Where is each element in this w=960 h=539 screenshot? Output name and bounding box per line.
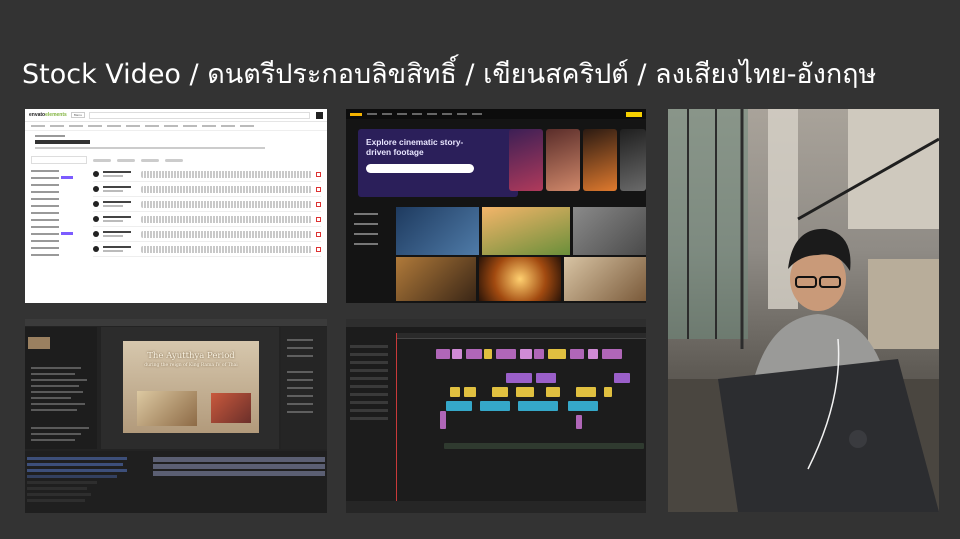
ae-menu-bar bbox=[25, 319, 327, 326]
play-icon bbox=[93, 231, 99, 237]
play-icon bbox=[93, 186, 99, 192]
download-icon bbox=[316, 246, 321, 252]
envato-logo: envatoelements bbox=[29, 112, 67, 118]
footage-thumbnail bbox=[482, 207, 570, 255]
ae-composition-viewer: The Ayutthya Period during the reign of … bbox=[101, 327, 279, 449]
footage-featured-card bbox=[546, 129, 580, 191]
download-icon bbox=[316, 186, 321, 192]
footage-featured-card bbox=[509, 129, 543, 191]
track-row bbox=[93, 227, 321, 242]
play-icon bbox=[93, 171, 99, 177]
footage-hero-banner: Explore cinematic story-driven footage bbox=[358, 129, 518, 197]
download-icon bbox=[316, 171, 321, 177]
track-row bbox=[93, 197, 321, 212]
ae-timeline bbox=[25, 451, 327, 513]
play-icon bbox=[93, 246, 99, 252]
download-icon bbox=[316, 231, 321, 237]
envato-filter-sidebar bbox=[31, 156, 87, 258]
playhead bbox=[396, 333, 397, 503]
play-icon bbox=[93, 216, 99, 222]
footage-featured-card bbox=[583, 129, 617, 191]
premiere-timeline-screenshot bbox=[346, 319, 646, 513]
footage-featured-card bbox=[620, 129, 646, 191]
envato-track-list bbox=[93, 156, 321, 258]
footage-filter-sidebar bbox=[354, 213, 390, 253]
after-effects-screenshot: The Ayutthya Period during the reign of … bbox=[25, 319, 327, 513]
envato-header: envatoelements Menu bbox=[25, 109, 327, 122]
footage-search-input bbox=[366, 164, 474, 173]
slide-title: Stock Video / ดนตรีประกอบลิขสิทธิ์ / เขี… bbox=[22, 59, 877, 90]
download-icon bbox=[316, 216, 321, 222]
envato-logo-right: elements bbox=[45, 112, 67, 118]
person-writing-photo bbox=[668, 109, 939, 512]
envato-music-screenshot: envatoelements Menu bbox=[25, 109, 327, 303]
envato-menu-button: Menu bbox=[70, 112, 86, 118]
footage-thumbnail bbox=[573, 207, 646, 255]
envato-category-nav bbox=[25, 122, 327, 131]
search-icon bbox=[316, 111, 323, 119]
person-writing-illustration bbox=[668, 109, 939, 512]
track-row bbox=[93, 167, 321, 182]
track-row bbox=[93, 212, 321, 227]
envato-search-input bbox=[89, 111, 310, 119]
footage-logo bbox=[350, 112, 362, 116]
download-icon bbox=[316, 201, 321, 207]
stock-footage-screenshot: Explore cinematic story-driven footage bbox=[346, 109, 646, 303]
ae-project-panel bbox=[25, 327, 97, 449]
footage-hero-heading: Explore cinematic story-driven footage bbox=[366, 137, 464, 157]
footage-thumbnail bbox=[396, 207, 479, 255]
footage-cta-button bbox=[626, 111, 642, 117]
ae-effects-panel bbox=[281, 327, 327, 449]
ae-comp-frame: The Ayutthya Period during the reign of … bbox=[123, 341, 259, 433]
ae-comp-subtitle: during the reign of King Rama IV of Thai bbox=[144, 363, 238, 368]
track-row bbox=[93, 182, 321, 197]
footage-topbar bbox=[346, 109, 646, 119]
play-icon bbox=[93, 201, 99, 207]
premiere-header bbox=[346, 319, 646, 327]
ae-comp-image bbox=[211, 393, 251, 423]
track-row bbox=[93, 242, 321, 257]
footage-thumbnail bbox=[479, 257, 561, 301]
premiere-time-ruler bbox=[396, 333, 646, 339]
footage-thumbnail bbox=[564, 257, 646, 301]
ae-comp-title: The Ayutthya Period bbox=[147, 351, 235, 361]
envato-page-heading bbox=[25, 131, 327, 151]
premiere-footer bbox=[346, 501, 646, 513]
envato-logo-left: envato bbox=[29, 112, 46, 118]
ae-comp-image bbox=[137, 391, 197, 426]
footage-thumbnail bbox=[396, 257, 476, 301]
